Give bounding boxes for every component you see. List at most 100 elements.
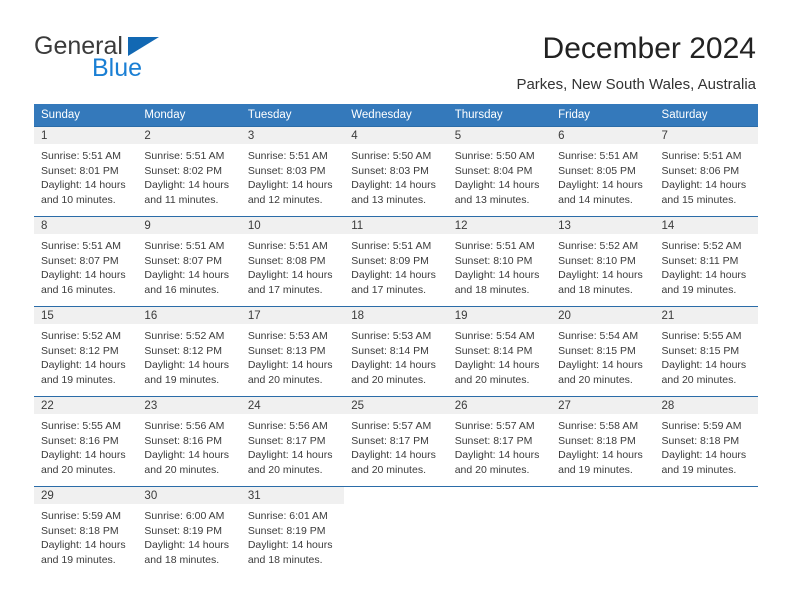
general-blue-logo[interactable]: General Blue [34,34,244,86]
calendar-day-cell[interactable]: 28 Sunrise: 5:59 AM Sunset: 8:18 PM Dayligh… [654,396,758,487]
day-number: 7 [654,127,758,144]
calendar-day-cell[interactable]: 9 Sunrise: 5:51 AM Sunset: 8:07 PM Daylight… [137,216,241,307]
calendar-day-cell[interactable]: 19 Sunrise: 5:54 AM Sunset: 8:14 PM Dayligh… [447,306,552,397]
sunset-time: Sunset: 8:02 PM [144,164,223,177]
calendar-day-cell[interactable]: 12 Sunrise: 5:51 AM Sunset: 8:10 PM Dayligh… [447,216,552,307]
daylight-duration-line1: Daylight: 14 hours [41,269,126,282]
daylight-duration-line2: and 14 minutes. [558,193,633,206]
calendar-day-cell[interactable]: 23 Sunrise: 5:56 AM Sunset: 8:16 PM Dayligh… [137,396,241,487]
calendar-day-cell[interactable]: 5 Sunrise: 5:50 AM Sunset: 8:04 PM Daylight… [447,126,552,217]
page-header: General Blue December 2024 Parkes, New S… [0,0,792,104]
sunset-time: Sunset: 8:17 PM [247,434,326,447]
calendar-day-cell[interactable]: 4 Sunrise: 5:50 AM Sunset: 8:03 PM Daylight… [344,126,448,217]
sunset-time: Sunset: 8:04 PM [454,164,533,177]
calendar-day-cell[interactable]: 13 Sunrise: 5:52 AM Sunset: 8:10 PM Dayligh… [551,216,655,307]
calendar-day-cell[interactable]: 24 Sunrise: 5:56 AM Sunset: 8:17 PM Dayligh… [240,396,345,487]
calendar-day-cell[interactable]: 8 Sunrise: 5:51 AM Sunset: 8:07 PM Daylight… [34,216,138,307]
calendar-day-cell[interactable]: 2 Sunrise: 5:51 AM Sunset: 8:02 PM Daylight… [137,126,241,217]
day-details: Sunrise: 5:51 AM Sunset: 8:08 PM Daylight:… [241,234,344,297]
daylight-duration-line1: Daylight: 14 hours [558,359,643,372]
daylight-duration-line2: and 20 minutes. [41,463,116,476]
daylight-duration-line1: Daylight: 14 hours [41,179,126,192]
daylight-duration-line1: Daylight: 14 hours [454,449,540,462]
calendar-day-cell[interactable]: 6 Sunrise: 5:51 AM Sunset: 8:05 PM Daylight… [551,126,655,217]
calendar-day-cell[interactable]: 25 Sunrise: 5:57 AM Sunset: 8:17 PM Dayligh… [344,396,448,487]
daylight-duration-line2: and 13 minutes. [454,193,530,206]
day-number: 29 [34,487,138,504]
daylight-duration-line1: Daylight: 14 hours [144,269,230,282]
sunrise-time: Sunrise: 5:51 AM [41,150,121,162]
calendar-week-row: 8 Sunrise: 5:51 AM Sunset: 8:07 PM Daylight… [34,216,758,307]
day-details: Sunrise: 5:52 AM Sunset: 8:12 PM Daylight:… [34,324,137,387]
daylight-duration-line1: Daylight: 14 hours [454,359,540,372]
calendar-day-cell[interactable]: 7 Sunrise: 5:51 AM Sunset: 8:06 PM Daylight… [654,126,758,217]
calendar-day-cell[interactable]: 27 Sunrise: 5:58 AM Sunset: 8:18 PM Dayligh… [551,396,655,487]
sunrise-time: Sunrise: 5:51 AM [247,240,328,252]
sunset-time: Sunset: 8:09 PM [351,254,429,267]
sunrise-time: Sunrise: 5:52 AM [144,330,225,342]
sunrise-time: Sunrise: 5:59 AM [661,420,742,432]
day-details: Sunrise: 5:51 AM Sunset: 8:06 PM Daylight:… [655,144,758,207]
day-number: 10 [240,217,345,234]
calendar-day-cell[interactable]: 10 Sunrise: 5:51 AM Sunset: 8:08 PM Dayligh… [240,216,345,307]
calendar-day-cell[interactable]: 30 Sunrise: 6:00 AM Sunset: 8:19 PM Dayligh… [137,486,241,576]
daylight-duration-line2: and 19 minutes. [661,283,737,296]
day-details: Sunrise: 5:54 AM Sunset: 8:14 PM Daylight:… [448,324,551,387]
calendar-day-cell[interactable]: 31 Sunrise: 6:01 AM Sunset: 8:19 PM Dayligh… [240,486,345,576]
daylight-duration-line2: and 18 minutes. [247,553,323,566]
daylight-duration-line1: Daylight: 14 hours [144,359,230,372]
calendar-day-cell[interactable]: 29 Sunrise: 5:59 AM Sunset: 8:18 PM Dayligh… [34,486,138,576]
day-details: Sunrise: 5:51 AM Sunset: 8:05 PM Daylight:… [551,144,654,207]
sunrise-time: Sunrise: 5:52 AM [661,240,742,252]
daylight-duration-line1: Daylight: 14 hours [661,449,747,462]
daylight-duration-line2: and 13 minutes. [351,193,426,206]
day-number: 8 [34,217,138,234]
daylight-duration-line1: Daylight: 14 hours [661,269,747,282]
calendar-day-cell[interactable]: 17 Sunrise: 5:53 AM Sunset: 8:13 PM Dayligh… [240,306,345,397]
daylight-duration-line2: and 17 minutes. [351,283,426,296]
calendar-day-cell[interactable]: 14 Sunrise: 5:52 AM Sunset: 8:11 PM Dayligh… [654,216,758,307]
sunrise-time: Sunrise: 5:51 AM [454,240,535,252]
day-details: Sunrise: 5:52 AM Sunset: 8:12 PM Daylight:… [137,324,240,387]
sunset-time: Sunset: 8:08 PM [247,254,326,267]
sunrise-time: Sunrise: 5:58 AM [558,420,639,432]
day-number: 28 [654,397,758,414]
daylight-duration-line2: and 15 minutes. [661,193,737,206]
calendar-day-cell[interactable]: 3 Sunrise: 5:51 AM Sunset: 8:03 PM Daylight… [240,126,345,217]
calendar-day-cell[interactable]: 26 Sunrise: 5:57 AM Sunset: 8:17 PM Dayligh… [447,396,552,487]
day-details: Sunrise: 5:51 AM Sunset: 8:10 PM Daylight:… [448,234,551,297]
day-details: Sunrise: 5:54 AM Sunset: 8:15 PM Daylight:… [551,324,654,387]
daylight-duration-line2: and 12 minutes. [247,193,323,206]
calendar-day-cell[interactable]: 21 Sunrise: 5:55 AM Sunset: 8:15 PM Dayligh… [654,306,758,397]
daylight-duration-line1: Daylight: 14 hours [454,269,540,282]
sunrise-time: Sunrise: 5:56 AM [247,420,328,432]
calendar-day-cell-empty [551,486,655,576]
day-number: 18 [344,307,448,324]
sunrise-time: Sunrise: 5:51 AM [144,240,225,252]
calendar-day-cell[interactable]: 11 Sunrise: 5:51 AM Sunset: 8:09 PM Dayligh… [344,216,448,307]
day-number: 4 [344,127,448,144]
page-subtitle-location: Parkes, New South Wales, Australia [516,76,756,93]
weekday-header-monday: Monday [137,104,241,127]
sunrise-time: Sunrise: 5:54 AM [454,330,535,342]
calendar-day-cell[interactable]: 18 Sunrise: 5:53 AM Sunset: 8:14 PM Dayligh… [344,306,448,397]
sunrise-sunset-calendar-table: Sunday Monday Tuesday Wednesday Thursday… [34,104,758,576]
calendar-day-cell[interactable]: 1 Sunrise: 5:51 AM Sunset: 8:01 PM Daylight… [34,126,138,217]
calendar-week-row: 29 Sunrise: 5:59 AM Sunset: 8:18 PM Dayligh… [34,486,758,576]
daylight-duration-line2: and 19 minutes. [144,373,220,386]
daylight-duration-line1: Daylight: 14 hours [558,449,643,462]
weekday-header-thursday: Thursday [447,104,552,127]
daylight-duration-line2: and 20 minutes. [247,373,323,386]
calendar-day-cell[interactable]: 16 Sunrise: 5:52 AM Sunset: 8:12 PM Dayligh… [137,306,241,397]
daylight-duration-line1: Daylight: 14 hours [454,179,540,192]
calendar-day-cell[interactable]: 15 Sunrise: 5:52 AM Sunset: 8:12 PM Dayligh… [34,306,138,397]
day-details: Sunrise: 5:55 AM Sunset: 8:16 PM Daylight:… [34,414,137,477]
day-number: 13 [551,217,655,234]
calendar-day-cell-empty [344,486,448,576]
day-details: Sunrise: 5:58 AM Sunset: 8:18 PM Daylight:… [551,414,654,477]
calendar-day-cell[interactable]: 20 Sunrise: 5:54 AM Sunset: 8:15 PM Dayligh… [551,306,655,397]
daylight-duration-line1: Daylight: 14 hours [144,179,230,192]
day-details: Sunrise: 5:56 AM Sunset: 8:16 PM Daylight:… [137,414,240,477]
calendar-day-cell[interactable]: 22 Sunrise: 5:55 AM Sunset: 8:16 PM Dayligh… [34,396,138,487]
daylight-duration-line1: Daylight: 14 hours [661,179,747,192]
